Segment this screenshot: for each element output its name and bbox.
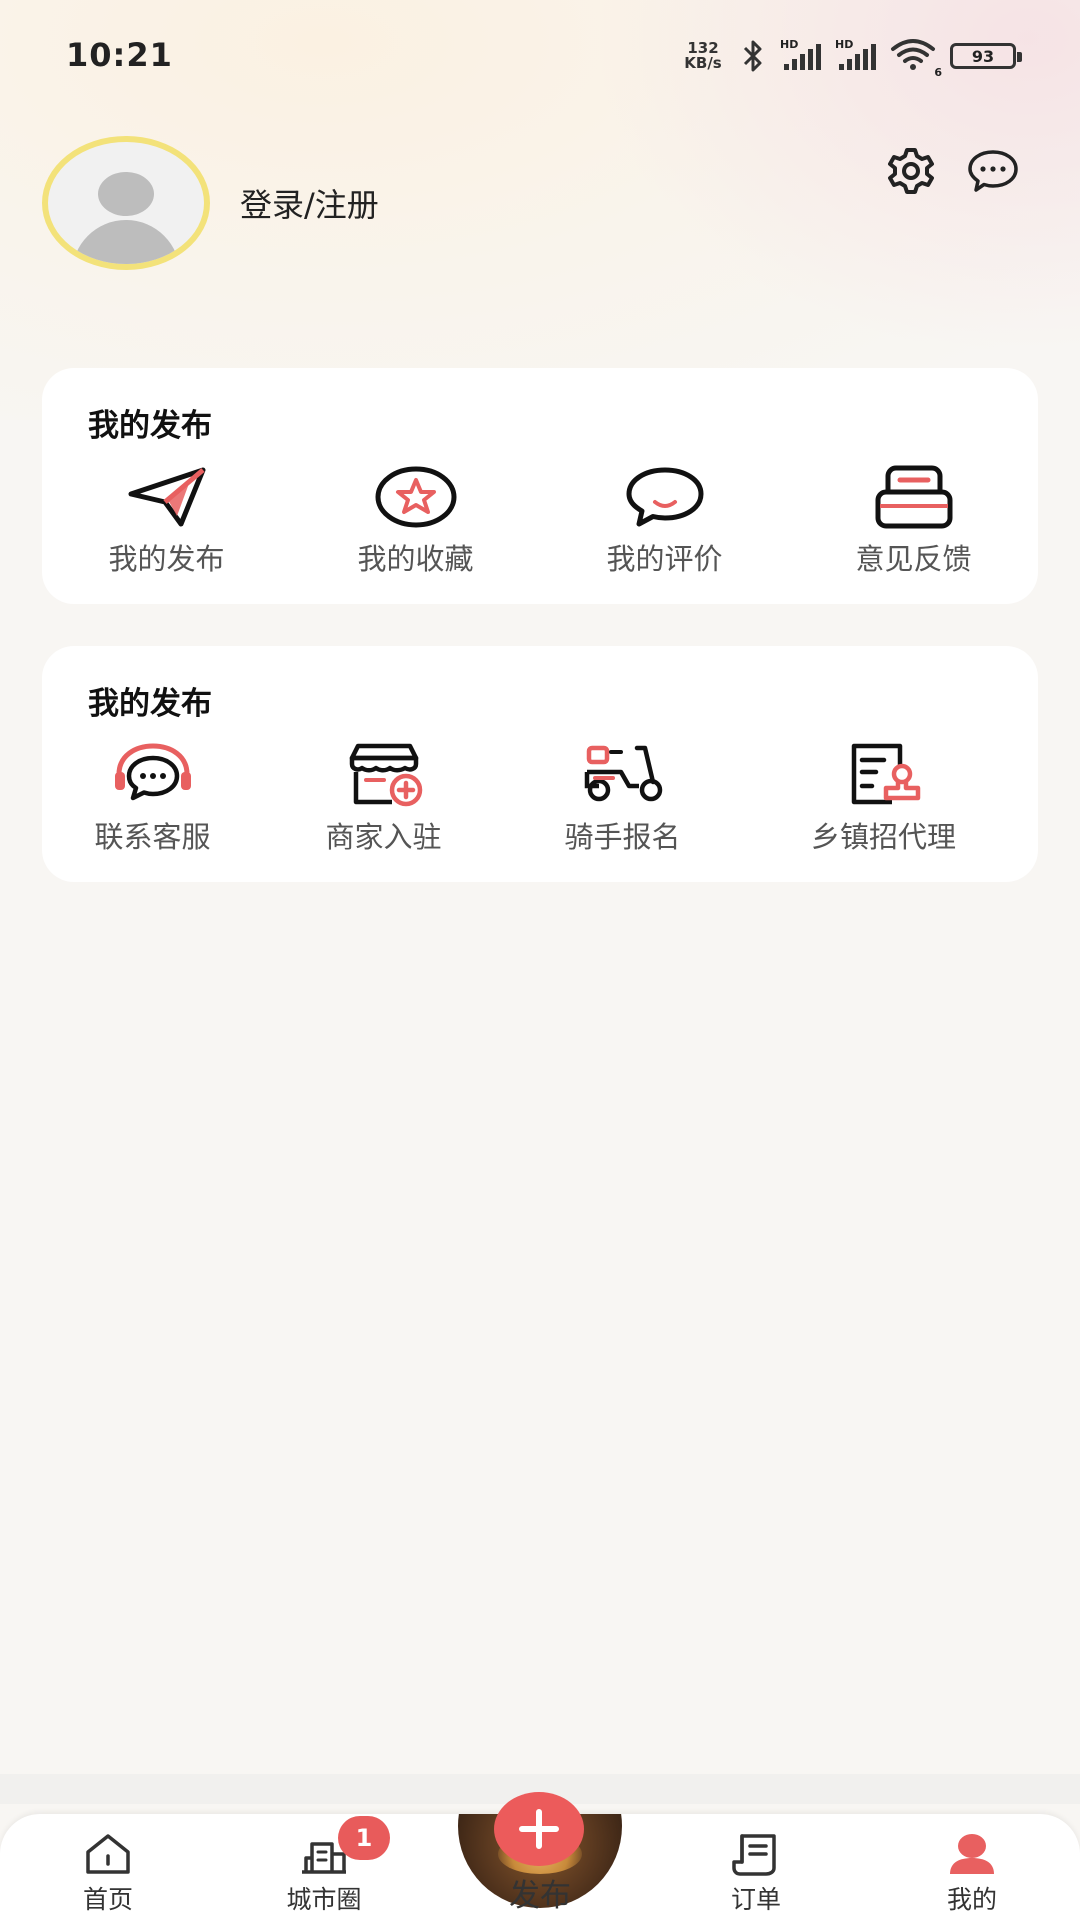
menu-my-reviews[interactable]: 我的评价: [540, 464, 789, 578]
notification-badge: 1: [338, 1816, 390, 1860]
bluetooth-icon: [743, 40, 762, 72]
services-card: 我的发布 联系客服 商家入驻 骑手报名 乡镇招代理: [42, 646, 1038, 882]
user-icon: [950, 1834, 994, 1874]
gear-icon[interactable]: [884, 144, 938, 198]
menu-my-favorites[interactable]: 我的收藏: [291, 464, 540, 578]
publish-label[interactable]: 发布: [490, 1870, 590, 1915]
wifi-icon: 6: [890, 37, 942, 79]
section-title: 我的发布: [88, 408, 212, 444]
avatar[interactable]: [42, 136, 210, 270]
section-grid: 联系客服 商家入驻 骑手报名 乡镇招代理: [28, 742, 1024, 856]
menu-rider-signup[interactable]: 骑手报名: [498, 742, 747, 856]
my-posts-card: 我的发布 我的发布 我的收藏 我的评价 意见反馈: [42, 368, 1038, 604]
status-time: 10:21: [66, 36, 173, 74]
menu-feedback[interactable]: 意见反馈: [789, 464, 1038, 578]
battery-indicator: 93: [950, 43, 1022, 69]
orders-receipt-icon: [732, 1834, 776, 1876]
nav-orders[interactable]: 订单: [681, 1832, 831, 1916]
scooter-icon: [584, 745, 662, 802]
store-add-icon: [349, 743, 422, 807]
nav-mine[interactable]: 我的: [897, 1832, 1047, 1916]
feedback-box-icon: [875, 465, 952, 529]
signal-icon-2: HD: [835, 38, 876, 70]
nav-home[interactable]: 首页: [33, 1832, 183, 1916]
menu-customer-service[interactable]: 联系客服: [28, 742, 277, 856]
paper-plane-icon: [128, 467, 205, 527]
menu-merchant-join[interactable]: 商家入驻: [259, 742, 508, 856]
publish-button[interactable]: [494, 1792, 584, 1866]
headset-icon: [114, 743, 191, 801]
home-icon: [86, 1834, 130, 1874]
star-icon: [375, 466, 456, 528]
menu-my-posts[interactable]: 我的发布: [42, 464, 291, 578]
chat-bubble-icon[interactable]: [966, 144, 1020, 198]
signal-icon-1: HD: [780, 38, 821, 70]
network-speed: 132 KB/s: [684, 39, 722, 72]
section-title: 我的发布: [88, 686, 212, 722]
comment-icon: [626, 467, 703, 527]
menu-township-agent[interactable]: 乡镇招代理: [759, 742, 1008, 856]
section-grid: 我的发布 我的收藏 我的评价 意见反馈: [42, 464, 1038, 578]
login-register-link[interactable]: 登录/注册: [240, 180, 379, 226]
status-bar: 10:21 132 KB/s HD HD 6 93: [0, 0, 1080, 110]
status-icons: 132 KB/s HD HD 6 93: [680, 36, 1022, 79]
plus-icon: [519, 1809, 559, 1849]
document-stamp-icon: [851, 743, 920, 805]
